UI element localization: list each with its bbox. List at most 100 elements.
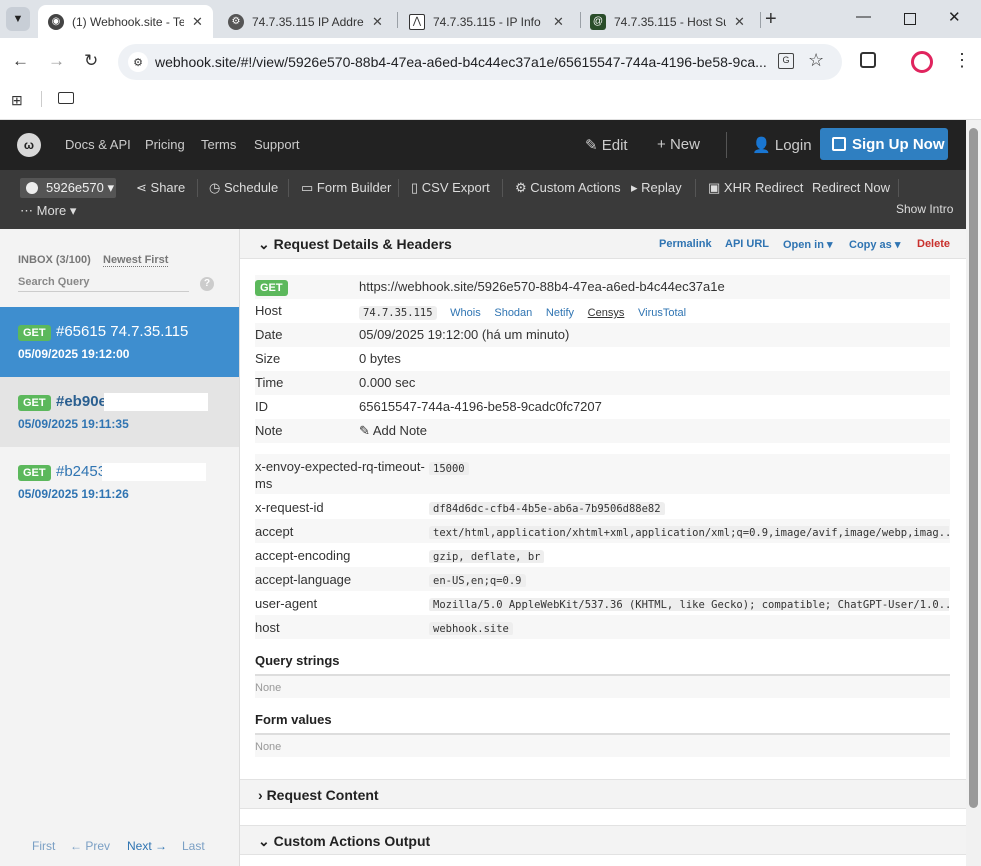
api-url-link[interactable]: API URL — [725, 238, 769, 250]
sign-in-icon — [832, 137, 846, 151]
redacted-block — [102, 463, 206, 481]
redirect-now-button[interactable]: Redirect Now — [812, 180, 890, 195]
tab-webhook[interactable]: ◉ (1) Webhook.site - Te ✕ — [38, 5, 213, 38]
details-section-header[interactable]: ⌄ Request Details & Headers Permalink AP… — [240, 229, 966, 259]
header-value: webhook.site — [429, 622, 513, 635]
maximize-icon[interactable] — [904, 13, 916, 25]
method-badge: GET — [18, 325, 51, 341]
host-label: Host — [255, 303, 282, 318]
open-in-dropdown[interactable]: Open in ▾ — [783, 238, 833, 251]
bookmark-star-icon[interactable]: ☆ — [808, 50, 824, 71]
virustotal-link[interactable]: VirusTotal — [638, 307, 686, 319]
pager-next[interactable]: Next → — [127, 839, 167, 853]
show-intro-button[interactable]: Show Intro — [896, 202, 953, 216]
redacted-block — [104, 393, 208, 411]
form-builder-button[interactable]: ▭ Form Builder — [301, 180, 391, 196]
permalink-link[interactable]: Permalink — [659, 238, 712, 250]
scrollbar-thumb[interactable] — [969, 128, 978, 808]
request-id: #eb90e — [56, 393, 107, 410]
webhook-logo-icon[interactable]: ω — [17, 133, 41, 157]
host-value-group: 74.7.35.115 Whois Shodan Netify Censys V… — [359, 304, 686, 320]
shodan-link[interactable]: Shodan — [494, 307, 532, 319]
sort-toggle[interactable]: Newest First — [103, 254, 169, 267]
gear-favicon-icon: ⚙ — [228, 13, 244, 30]
nav-pricing[interactable]: Pricing — [145, 137, 185, 152]
translate-icon[interactable]: G — [778, 53, 794, 69]
replay-label: Replay — [641, 180, 682, 195]
nav-docs-api[interactable]: Docs & API — [65, 137, 131, 152]
close-icon[interactable]: ✕ — [372, 14, 383, 30]
site-info-icon[interactable]: ⚙ — [128, 52, 148, 72]
pager-prev[interactable]: ← Prev — [70, 839, 110, 853]
omnibox[interactable]: ⚙ webhook.site/#!/view/5926e570-88b4-47e… — [118, 44, 842, 80]
date-row: Date 05/09/2025 19:12:00 (há um minuto) — [255, 323, 950, 347]
request-item[interactable]: GET #65615 74.7.35.115 05/09/2025 19:12:… — [0, 307, 239, 377]
tab-host-su[interactable]: @ 74.7.35.115 - Host Su ✕ — [580, 5, 758, 38]
more-button[interactable]: ⋯ More ▾ — [20, 203, 76, 219]
close-icon[interactable]: ✕ — [734, 14, 745, 30]
size-label: Size — [255, 351, 281, 366]
whois-link[interactable]: Whois — [450, 307, 481, 319]
token-dropdown[interactable]: 5926e570 ▾ — [20, 178, 116, 198]
request-content-header[interactable]: › Request Content — [240, 779, 966, 809]
pager-last[interactable]: Last — [182, 839, 205, 853]
extensions-icon[interactable] — [860, 52, 876, 68]
help-icon[interactable]: ? — [200, 277, 214, 291]
url-text[interactable]: webhook.site/#!/view/5926e570-88b4-47ea-… — [155, 54, 767, 70]
time-row: Time 0.000 sec — [255, 371, 950, 395]
delete-link[interactable]: Delete — [917, 238, 950, 250]
reload-icon[interactable]: ↻ — [84, 51, 98, 71]
login-button[interactable]: 👤 Login — [752, 136, 812, 154]
browser-menu-icon[interactable]: ⋮ — [953, 50, 971, 71]
forward-arrow-icon[interactable]: → — [48, 51, 65, 71]
request-time: 05/09/2025 19:12:00 — [18, 347, 130, 361]
request-item[interactable]: GET #eb90e 05/09/2025 19:11:35 — [0, 377, 239, 447]
csv-export-button[interactable]: ▯ CSV Export — [411, 180, 490, 196]
header-value: 15000 — [429, 462, 469, 475]
sign-up-button[interactable]: Sign Up Now — [820, 128, 948, 160]
tab-ip-address[interactable]: ⚙ 74.7.35.115 IP Addre ✕ — [218, 5, 393, 38]
censys-link[interactable]: Censys — [588, 307, 625, 319]
folder-icon[interactable] — [58, 92, 74, 104]
back-arrow-icon[interactable]: ← — [12, 51, 29, 71]
share-icon: ⋖ — [136, 180, 147, 195]
request-id: #b2453 — [56, 463, 107, 480]
request-content-title: › Request Content — [258, 787, 379, 803]
custom-actions-button[interactable]: ⚙ Custom Actions — [515, 180, 621, 196]
more-label: More — [36, 203, 67, 218]
page-scrollbar[interactable] — [966, 120, 981, 866]
replay-button[interactable]: ▸ Replay — [631, 180, 682, 196]
minimize-icon[interactable]: — — [856, 8, 871, 25]
add-note-label: Add Note — [372, 423, 428, 438]
custom-actions-output-title: ⌄ Custom Actions Output — [258, 833, 430, 850]
share-button[interactable]: ⋖ Share — [136, 180, 185, 196]
window-close-icon[interactable]: ✕ — [948, 8, 961, 26]
ellipsis-icon: ⋯ — [20, 203, 33, 218]
new-button[interactable]: + New — [657, 136, 700, 153]
custom-actions-output-header[interactable]: ⌄ Custom Actions Output — [240, 825, 966, 855]
nav-support[interactable]: Support — [254, 137, 300, 152]
size-value: 0 bytes — [359, 351, 401, 366]
schedule-button[interactable]: ◷ Schedule — [209, 180, 278, 196]
request-url[interactable]: https://webhook.site/5926e570-88b4-47ea-… — [359, 279, 725, 294]
close-icon[interactable]: ✕ — [553, 14, 564, 30]
add-note-button[interactable]: ✎ Add Note — [359, 423, 427, 439]
form-builder-label: Form Builder — [316, 180, 392, 195]
profile-avatar-icon[interactable] — [911, 51, 933, 73]
xhr-redirect-button[interactable]: ▣ XHR Redirect — [708, 180, 803, 196]
apps-grid-icon[interactable]: ⊞ — [11, 92, 23, 109]
form-icon: ▭ — [301, 180, 314, 195]
copy-as-dropdown[interactable]: Copy as ▾ — [849, 238, 900, 251]
request-id: #65615 74.7.35.115 — [56, 323, 189, 340]
tab-ip-info[interactable]: ⋀ 74.7.35.115 - IP Info ✕ — [399, 5, 577, 38]
request-item[interactable]: GET #b2453 05/09/2025 19:11:26 — [0, 447, 239, 517]
search-input[interactable]: Search Query — [18, 274, 189, 292]
nav-terms[interactable]: Terms — [201, 137, 236, 152]
close-icon[interactable]: ✕ — [192, 14, 203, 30]
netify-link[interactable]: Netify — [546, 307, 574, 319]
pager-first[interactable]: First — [32, 839, 55, 853]
new-tab-icon[interactable]: + — [765, 8, 777, 31]
edit-button[interactable]: ✎ Edit — [585, 136, 628, 154]
tab-search-button[interactable]: ▼ — [6, 7, 30, 31]
toolbar-divider — [398, 179, 399, 197]
